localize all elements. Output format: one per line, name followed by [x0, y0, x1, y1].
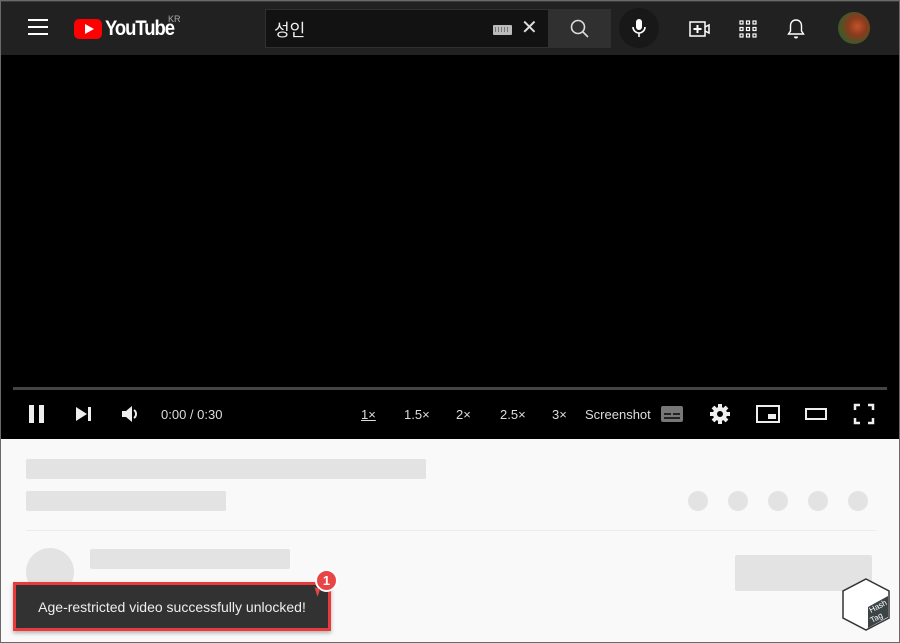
next-icon[interactable] — [73, 398, 97, 430]
action-skeleton — [728, 491, 748, 511]
action-skeleton — [848, 491, 868, 511]
region-code: KR — [168, 14, 181, 24]
settings-gear-icon[interactable] — [708, 398, 732, 430]
keyboard-icon[interactable] — [493, 25, 512, 35]
action-skeleton — [688, 491, 708, 511]
toast-message: Age-restricted video successfully unlock… — [38, 598, 306, 615]
progress-bar[interactable] — [13, 387, 887, 390]
notifications-bell-icon[interactable] — [784, 17, 808, 41]
title-skeleton — [26, 459, 426, 479]
browser-window: YouTube KR ✕ 0:00 / 0:30 1× 1.5× 2× 2.5×… — [0, 0, 900, 643]
apps-grid-icon[interactable] — [736, 17, 760, 41]
theater-mode-icon[interactable] — [804, 398, 828, 430]
video-player[interactable]: 0:00 / 0:30 1× 1.5× 2× 2.5× 3× Screensho… — [1, 55, 899, 439]
screenshot-button[interactable]: Screenshot — [585, 398, 651, 430]
mic-icon — [632, 19, 646, 37]
speed-1x-button[interactable]: 1× — [361, 398, 376, 430]
volume-icon[interactable] — [119, 398, 143, 430]
top-bar: YouTube KR ✕ — [1, 1, 899, 55]
unlock-toast: Age-restricted video successfully unlock… — [13, 582, 331, 631]
clear-icon[interactable]: ✕ — [521, 18, 538, 38]
pause-icon[interactable] — [26, 398, 50, 430]
youtube-logo[interactable]: YouTube KR — [74, 14, 183, 41]
speed-3x-button[interactable]: 3× — [552, 398, 567, 430]
logo-text: YouTube — [105, 17, 175, 40]
search-icon — [570, 19, 589, 38]
speed-1-5x-button[interactable]: 1.5× — [404, 398, 430, 430]
voice-search-button[interactable] — [619, 8, 659, 48]
annotation-badge: 1 — [315, 569, 338, 592]
time-display: 0:00 / 0:30 — [161, 406, 223, 422]
fullscreen-icon[interactable] — [852, 398, 876, 430]
miniplayer-icon[interactable] — [756, 398, 780, 430]
youtube-play-icon — [74, 19, 102, 39]
badge-number: 1 — [322, 573, 331, 588]
hashtag-watermark-icon: Hash Tag — [842, 578, 890, 631]
divider — [26, 530, 876, 531]
channel-name-skeleton — [90, 549, 290, 569]
search-input[interactable] — [266, 10, 486, 47]
create-video-icon[interactable] — [688, 17, 712, 41]
views-skeleton — [26, 491, 226, 511]
avatar[interactable] — [838, 12, 870, 44]
search-button[interactable] — [548, 9, 611, 48]
speed-2x-button[interactable]: 2× — [456, 398, 471, 430]
speed-2-5x-button[interactable]: 2.5× — [500, 398, 526, 430]
subtitles-icon[interactable] — [660, 398, 684, 430]
search-box: ✕ — [265, 9, 548, 48]
action-skeleton — [768, 491, 788, 511]
menu-icon[interactable] — [28, 19, 48, 35]
action-skeleton — [808, 491, 828, 511]
